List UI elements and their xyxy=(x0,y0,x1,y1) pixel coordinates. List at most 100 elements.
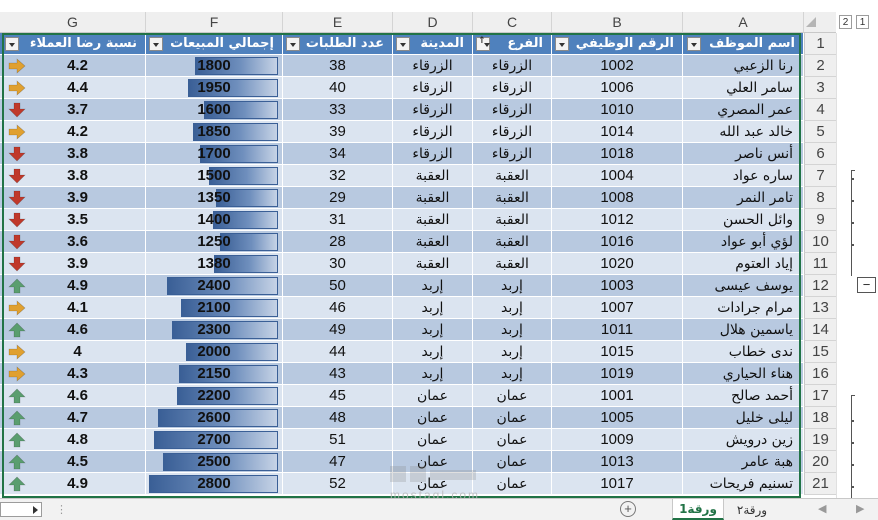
branch-cell[interactable]: إربد xyxy=(473,275,552,297)
city-cell[interactable]: الزرقاء xyxy=(393,55,473,77)
orders-cell[interactable]: 51 xyxy=(283,429,393,451)
employee-name-cell[interactable]: خالد عبد الله xyxy=(683,121,804,143)
header-branch[interactable]: الفرع xyxy=(473,33,552,55)
sales-cell[interactable]: 2700 xyxy=(146,429,283,451)
branch-cell[interactable]: إربد xyxy=(473,341,552,363)
employee-name-cell[interactable]: رنا الزعبي xyxy=(683,55,804,77)
outline-level-2-button[interactable]: 2 xyxy=(839,15,852,29)
column-header-A[interactable]: A xyxy=(683,12,804,33)
city-cell[interactable]: إربد xyxy=(393,275,473,297)
orders-cell[interactable]: 52 xyxy=(283,473,393,495)
row-header[interactable]: 21 xyxy=(804,473,836,495)
header-city[interactable]: المدينة xyxy=(393,33,473,55)
employee-id-cell[interactable]: 1013 xyxy=(552,451,683,473)
employee-id-cell[interactable]: 1004 xyxy=(552,165,683,187)
orders-cell[interactable]: 32 xyxy=(283,165,393,187)
city-cell[interactable]: عمان xyxy=(393,385,473,407)
employee-name-cell[interactable]: سامر العلي xyxy=(683,77,804,99)
employee-id-cell[interactable]: 1014 xyxy=(552,121,683,143)
employee-id-cell[interactable]: 1012 xyxy=(552,209,683,231)
row-header[interactable]: 1 xyxy=(804,33,836,55)
branch-cell[interactable]: إربد xyxy=(473,363,552,385)
employee-id-cell[interactable]: 1017 xyxy=(552,473,683,495)
row-header[interactable]: 17 xyxy=(804,385,836,407)
employee-id-cell[interactable]: 1008 xyxy=(552,187,683,209)
sales-cell[interactable]: 1500 xyxy=(146,165,283,187)
satisfaction-cell[interactable]: 4.1 xyxy=(0,297,146,319)
row-header[interactable]: 18 xyxy=(804,407,836,429)
sales-cell[interactable]: 2000 xyxy=(146,341,283,363)
employee-id-cell[interactable]: 1002 xyxy=(552,55,683,77)
city-cell[interactable]: إربد xyxy=(393,319,473,341)
select-all-corner[interactable] xyxy=(804,12,836,33)
sales-cell[interactable]: 2800 xyxy=(146,473,283,495)
employee-name-cell[interactable]: أنس ناصر xyxy=(683,143,804,165)
employee-name-cell[interactable]: زين درويش xyxy=(683,429,804,451)
branch-cell[interactable]: عمان xyxy=(473,385,552,407)
sheet-tab-other[interactable]: ورقة٢ xyxy=(728,499,776,520)
sales-cell[interactable]: 1850 xyxy=(146,121,283,143)
row-header[interactable]: 13 xyxy=(804,297,836,319)
satisfaction-cell[interactable]: 4.7 xyxy=(0,407,146,429)
filter-dropdown-icon[interactable] xyxy=(5,37,19,51)
satisfaction-cell[interactable]: 3.9 xyxy=(0,253,146,275)
employee-id-cell[interactable]: 1001 xyxy=(552,385,683,407)
branch-cell[interactable]: الزرقاء xyxy=(473,143,552,165)
row-header[interactable]: 14 xyxy=(804,319,836,341)
employee-id-cell[interactable]: 1018 xyxy=(552,143,683,165)
orders-cell[interactable]: 30 xyxy=(283,253,393,275)
orders-cell[interactable]: 40 xyxy=(283,77,393,99)
city-cell[interactable]: الزرقاء xyxy=(393,99,473,121)
sheet-prev-icon[interactable]: ◀ xyxy=(818,502,826,515)
sheet-tab-active[interactable]: ورقة1 xyxy=(672,499,724,520)
branch-cell[interactable]: إربد xyxy=(473,297,552,319)
employee-name-cell[interactable]: عمر المصري xyxy=(683,99,804,121)
row-header[interactable]: 19 xyxy=(804,429,836,451)
city-cell[interactable]: عمان xyxy=(393,407,473,429)
orders-cell[interactable]: 31 xyxy=(283,209,393,231)
city-cell[interactable]: الزرقاء xyxy=(393,77,473,99)
row-header[interactable]: 6 xyxy=(804,143,836,165)
sales-cell[interactable]: 1950 xyxy=(146,77,283,99)
satisfaction-cell[interactable]: 3.6 xyxy=(0,231,146,253)
satisfaction-cell[interactable]: 4.4 xyxy=(0,77,146,99)
branch-cell[interactable]: العقبة xyxy=(473,209,552,231)
employee-name-cell[interactable]: أحمد صالح xyxy=(683,385,804,407)
branch-cell[interactable]: العقبة xyxy=(473,253,552,275)
employee-name-cell[interactable]: تامر النمر xyxy=(683,187,804,209)
employee-id-cell[interactable]: 1020 xyxy=(552,253,683,275)
satisfaction-cell[interactable]: 3.9 xyxy=(0,187,146,209)
city-cell[interactable]: العقبة xyxy=(393,165,473,187)
column-header-D[interactable]: D xyxy=(393,12,473,33)
orders-cell[interactable]: 48 xyxy=(283,407,393,429)
satisfaction-cell[interactable]: 4.6 xyxy=(0,385,146,407)
employee-name-cell[interactable]: يوسف عيسى xyxy=(683,275,804,297)
satisfaction-cell[interactable]: 4.2 xyxy=(0,121,146,143)
collapse-group-button[interactable]: − xyxy=(857,277,876,293)
employee-name-cell[interactable]: ياسمين هلال xyxy=(683,319,804,341)
sales-cell[interactable]: 1250 xyxy=(146,231,283,253)
sales-cell[interactable]: 2100 xyxy=(146,297,283,319)
satisfaction-cell[interactable]: 4 xyxy=(0,341,146,363)
orders-cell[interactable]: 38 xyxy=(283,55,393,77)
branch-cell[interactable]: عمان xyxy=(473,407,552,429)
employee-name-cell[interactable]: ساره عواد xyxy=(683,165,804,187)
row-header[interactable]: 9 xyxy=(804,209,836,231)
city-cell[interactable]: إربد xyxy=(393,297,473,319)
column-header-C[interactable]: C xyxy=(473,12,552,33)
city-cell[interactable]: العقبة xyxy=(393,209,473,231)
horizontal-scrollbar[interactable] xyxy=(0,502,42,517)
employee-name-cell[interactable]: مرام جرادات xyxy=(683,297,804,319)
sales-cell[interactable]: 1400 xyxy=(146,209,283,231)
employee-id-cell[interactable]: 1003 xyxy=(552,275,683,297)
row-header[interactable]: 16 xyxy=(804,363,836,385)
sales-cell[interactable]: 2500 xyxy=(146,451,283,473)
tab-split-handle[interactable]: ⋮ xyxy=(56,503,68,516)
sales-cell[interactable]: 1800 xyxy=(146,55,283,77)
sort-ascending-filter-icon[interactable] xyxy=(476,36,490,51)
branch-cell[interactable]: عمان xyxy=(473,473,552,495)
city-cell[interactable]: عمان xyxy=(393,429,473,451)
sheet-next-icon[interactable]: ▶ xyxy=(856,502,864,515)
sales-cell[interactable]: 2600 xyxy=(146,407,283,429)
employee-id-cell[interactable]: 1019 xyxy=(552,363,683,385)
